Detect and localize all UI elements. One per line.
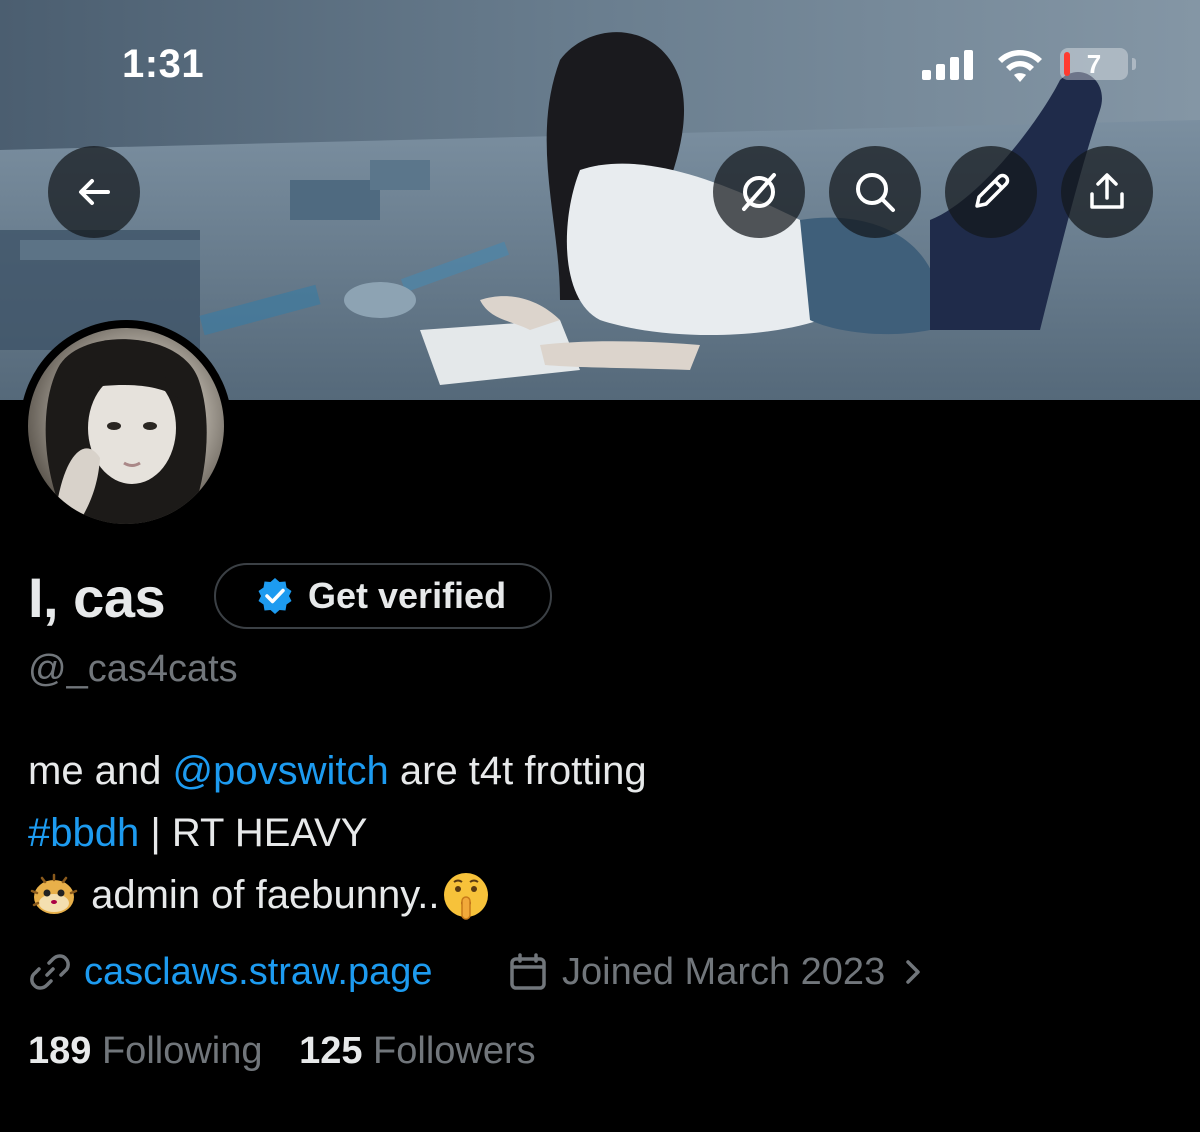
battery-icon: 7 bbox=[1060, 48, 1128, 80]
get-verified-label: Get verified bbox=[308, 575, 507, 616]
followers-label: Followers bbox=[373, 1030, 536, 1072]
link-icon bbox=[30, 954, 70, 990]
bio-text: admin of faebunny.. bbox=[80, 873, 440, 917]
get-verified-button[interactable]: Get verified bbox=[214, 563, 552, 629]
following-count: 189 bbox=[28, 1030, 92, 1072]
mention-link[interactable]: @povswitch bbox=[173, 740, 389, 802]
grok-button[interactable] bbox=[713, 146, 805, 238]
following-label: Following bbox=[101, 1030, 263, 1072]
bio-text: are t4t frotting bbox=[388, 749, 647, 793]
share-icon bbox=[1090, 173, 1124, 209]
bio-line-1: me and @povswitch are t4t frotting bbox=[28, 740, 647, 802]
display-name: I, cas bbox=[28, 566, 166, 629]
edit-profile-button[interactable] bbox=[945, 146, 1037, 238]
avatar[interactable] bbox=[20, 320, 232, 532]
bio-text: me and bbox=[28, 749, 173, 793]
website-item[interactable]: casclaws.straw.page bbox=[30, 944, 433, 1000]
follow-counts: 189 Following 125 Followers bbox=[28, 1030, 536, 1073]
bio-line-3: admin of faebunny.. bbox=[28, 864, 647, 926]
following-link[interactable]: 189 Following bbox=[28, 1030, 273, 1072]
search-icon bbox=[856, 173, 895, 212]
avatar-image bbox=[28, 328, 224, 524]
blowfish-emoji bbox=[30, 873, 78, 914]
bio-line-2: #bbdh | RT HEAVY bbox=[28, 802, 647, 864]
cellular-signal-icon bbox=[922, 50, 973, 80]
verified-badge-icon bbox=[258, 578, 292, 614]
followers-count: 125 bbox=[299, 1030, 363, 1072]
status-time: 1:31 bbox=[122, 42, 205, 86]
back-button[interactable] bbox=[48, 146, 140, 238]
search-button[interactable] bbox=[829, 146, 921, 238]
hashtag-link[interactable]: #bbdh bbox=[28, 802, 139, 864]
bio-text: | RT HEAVY bbox=[139, 811, 368, 855]
shushing-face-emoji bbox=[443, 873, 488, 920]
chevron-right-icon bbox=[906, 960, 920, 984]
wifi-icon bbox=[998, 50, 1042, 82]
followers-link[interactable]: 125 Followers bbox=[299, 1030, 536, 1072]
share-button[interactable] bbox=[1061, 146, 1153, 238]
joined-date: Joined March 2023 bbox=[562, 950, 886, 993]
grok-icon bbox=[742, 173, 776, 211]
battery-level: 7 bbox=[1086, 49, 1102, 79]
arrow-left-icon bbox=[79, 179, 110, 205]
edit-pencil-icon bbox=[975, 173, 1010, 208]
joined-item[interactable]: Joined March 2023 bbox=[508, 944, 923, 1000]
username-handle: @_cas4cats bbox=[28, 648, 238, 690]
website-link[interactable]: casclaws.straw.page bbox=[84, 951, 433, 994]
calendar-icon bbox=[510, 953, 546, 990]
bio: me and @povswitch are t4t frotting #bbdh… bbox=[28, 740, 647, 926]
